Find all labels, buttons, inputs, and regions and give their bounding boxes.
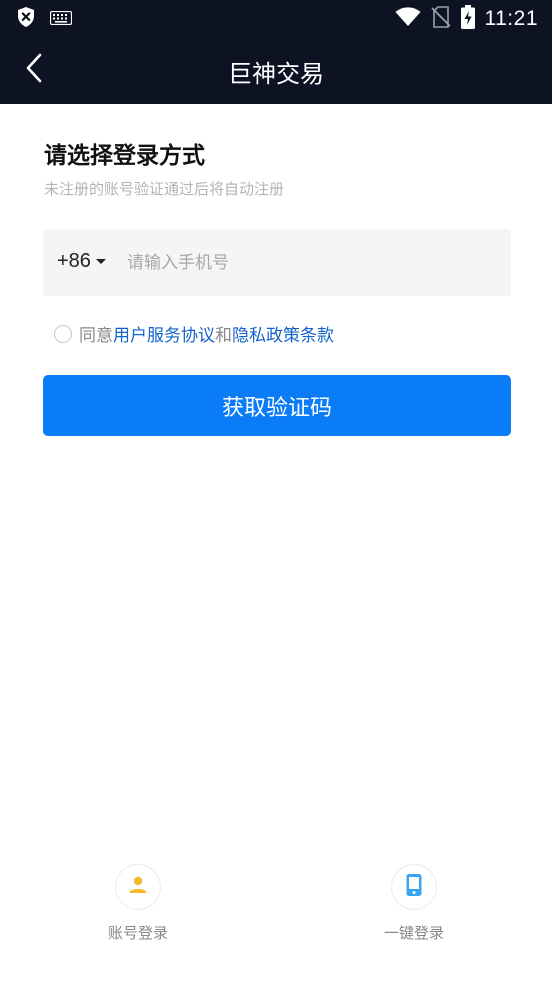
no-sim-icon (430, 6, 451, 32)
phone-input[interactable] (127, 229, 497, 296)
app-bar: 巨神交易 (0, 36, 552, 104)
shield-x-icon (16, 6, 36, 32)
account-login-circle (115, 864, 161, 910)
phone-input-group: +86 (43, 229, 511, 296)
app-title: 巨神交易 (228, 60, 324, 88)
onekey-login-option[interactable]: 一键登录 (354, 864, 474, 943)
account-login-label: 账号登录 (107, 924, 168, 942)
caret-down-icon (95, 259, 106, 264)
terms-link[interactable]: 用户服务协议 (113, 321, 215, 346)
wifi-icon (395, 7, 421, 31)
account-login-option[interactable]: 账号登录 (78, 864, 198, 943)
country-code-selector[interactable]: +86 (57, 250, 106, 273)
status-time: 11:21 (484, 7, 538, 30)
onekey-login-circle (391, 864, 437, 910)
status-bar: 11:21 (0, 0, 552, 36)
battery-charging-icon (460, 5, 475, 33)
user-icon (127, 874, 149, 900)
country-code-value: +86 (57, 250, 91, 272)
page-subheading: 未注册的账号验证通过后将自动注册 (44, 180, 285, 198)
keyboard-icon (49, 10, 73, 29)
agreement-and: 和 (215, 326, 232, 346)
agreement-prefix: 同意 (79, 326, 113, 346)
privacy-link[interactable]: 隐私政策条款 (232, 321, 334, 346)
page-heading: 请选择登录方式 (44, 143, 205, 169)
phone-icon (405, 873, 423, 901)
agreement-row: 同意 用户服务协议 和 隐私政策条款 (54, 321, 334, 346)
status-right: 11:21 (395, 5, 539, 33)
onekey-login-label: 一键登录 (383, 924, 444, 942)
agreement-radio[interactable] (54, 324, 72, 343)
status-left (16, 6, 73, 32)
get-verification-code-button[interactable]: 获取验证码 (43, 375, 511, 436)
